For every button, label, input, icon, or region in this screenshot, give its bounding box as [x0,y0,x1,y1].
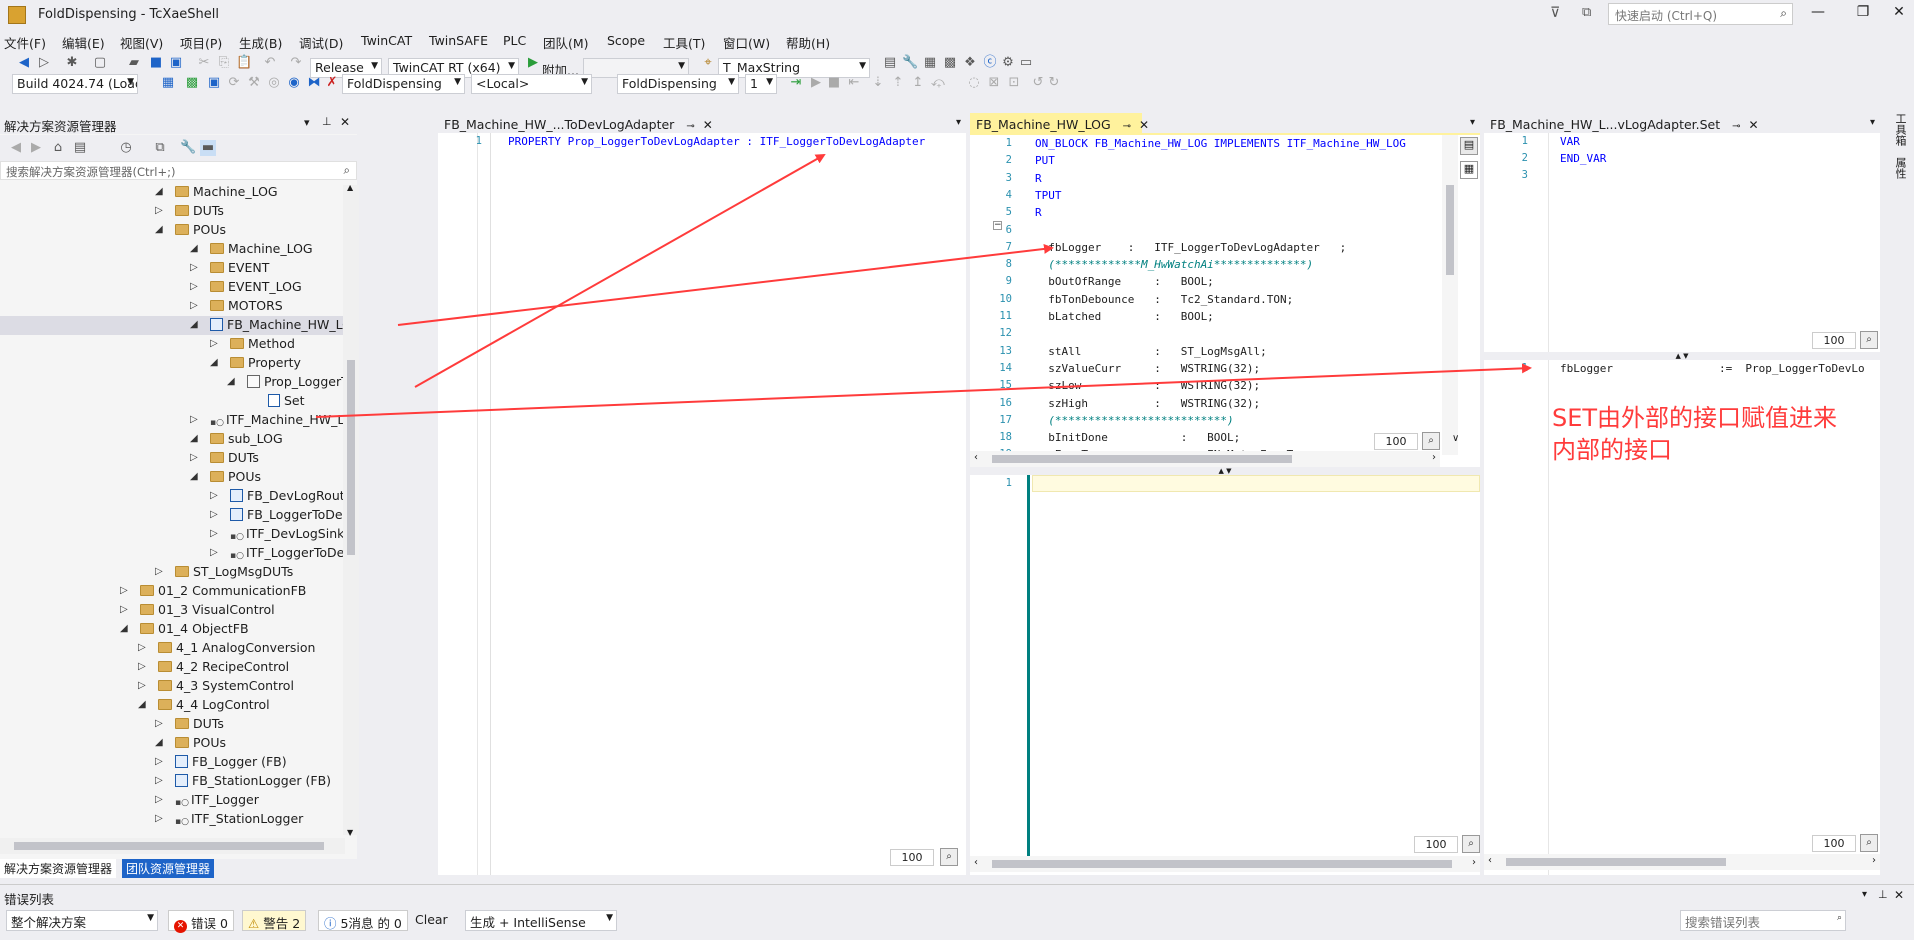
error-source-select[interactable]: 生成 + IntelliSense ▼ [465,910,617,931]
search-icon: ⌕ [1836,913,1842,923]
messages-filter-button[interactable]: ⓘ 5消息 的 0 [318,910,408,931]
clear-button[interactable]: Clear [410,910,453,931]
error-scope-select[interactable]: 整个解决方案 ▼ [6,910,158,931]
arrow-fb-to-fblogger [397,243,1054,326]
annotation-arrows [315,154,1532,418]
arrow-prop-to-declaration [414,154,826,388]
error-list-header: 错误列表 ▾ ⊥ ✕ [0,884,1914,907]
chevron-down-icon: ▼ [147,913,154,923]
warning-icon: ⚠ [248,916,260,931]
pin-icon[interactable]: ⊥ [1878,888,1888,901]
error-search-input[interactable]: 搜索错误列表 ⌕ [1680,910,1846,931]
info-icon: ⓘ [324,916,337,931]
chevron-down-icon: ▼ [606,913,613,923]
warnings-filter-button[interactable]: ⚠ 警告 2 [242,910,307,931]
arrow-set-to-code [315,363,1532,418]
error-list-title: 错误列表 [4,892,55,907]
pane-menu-icon[interactable]: ▾ [1862,889,1867,900]
errors-filter-button[interactable]: ✕ 错误 0 [168,910,234,933]
error-icon: ✕ [174,920,187,933]
close-pane-icon[interactable]: ✕ [1894,888,1904,902]
